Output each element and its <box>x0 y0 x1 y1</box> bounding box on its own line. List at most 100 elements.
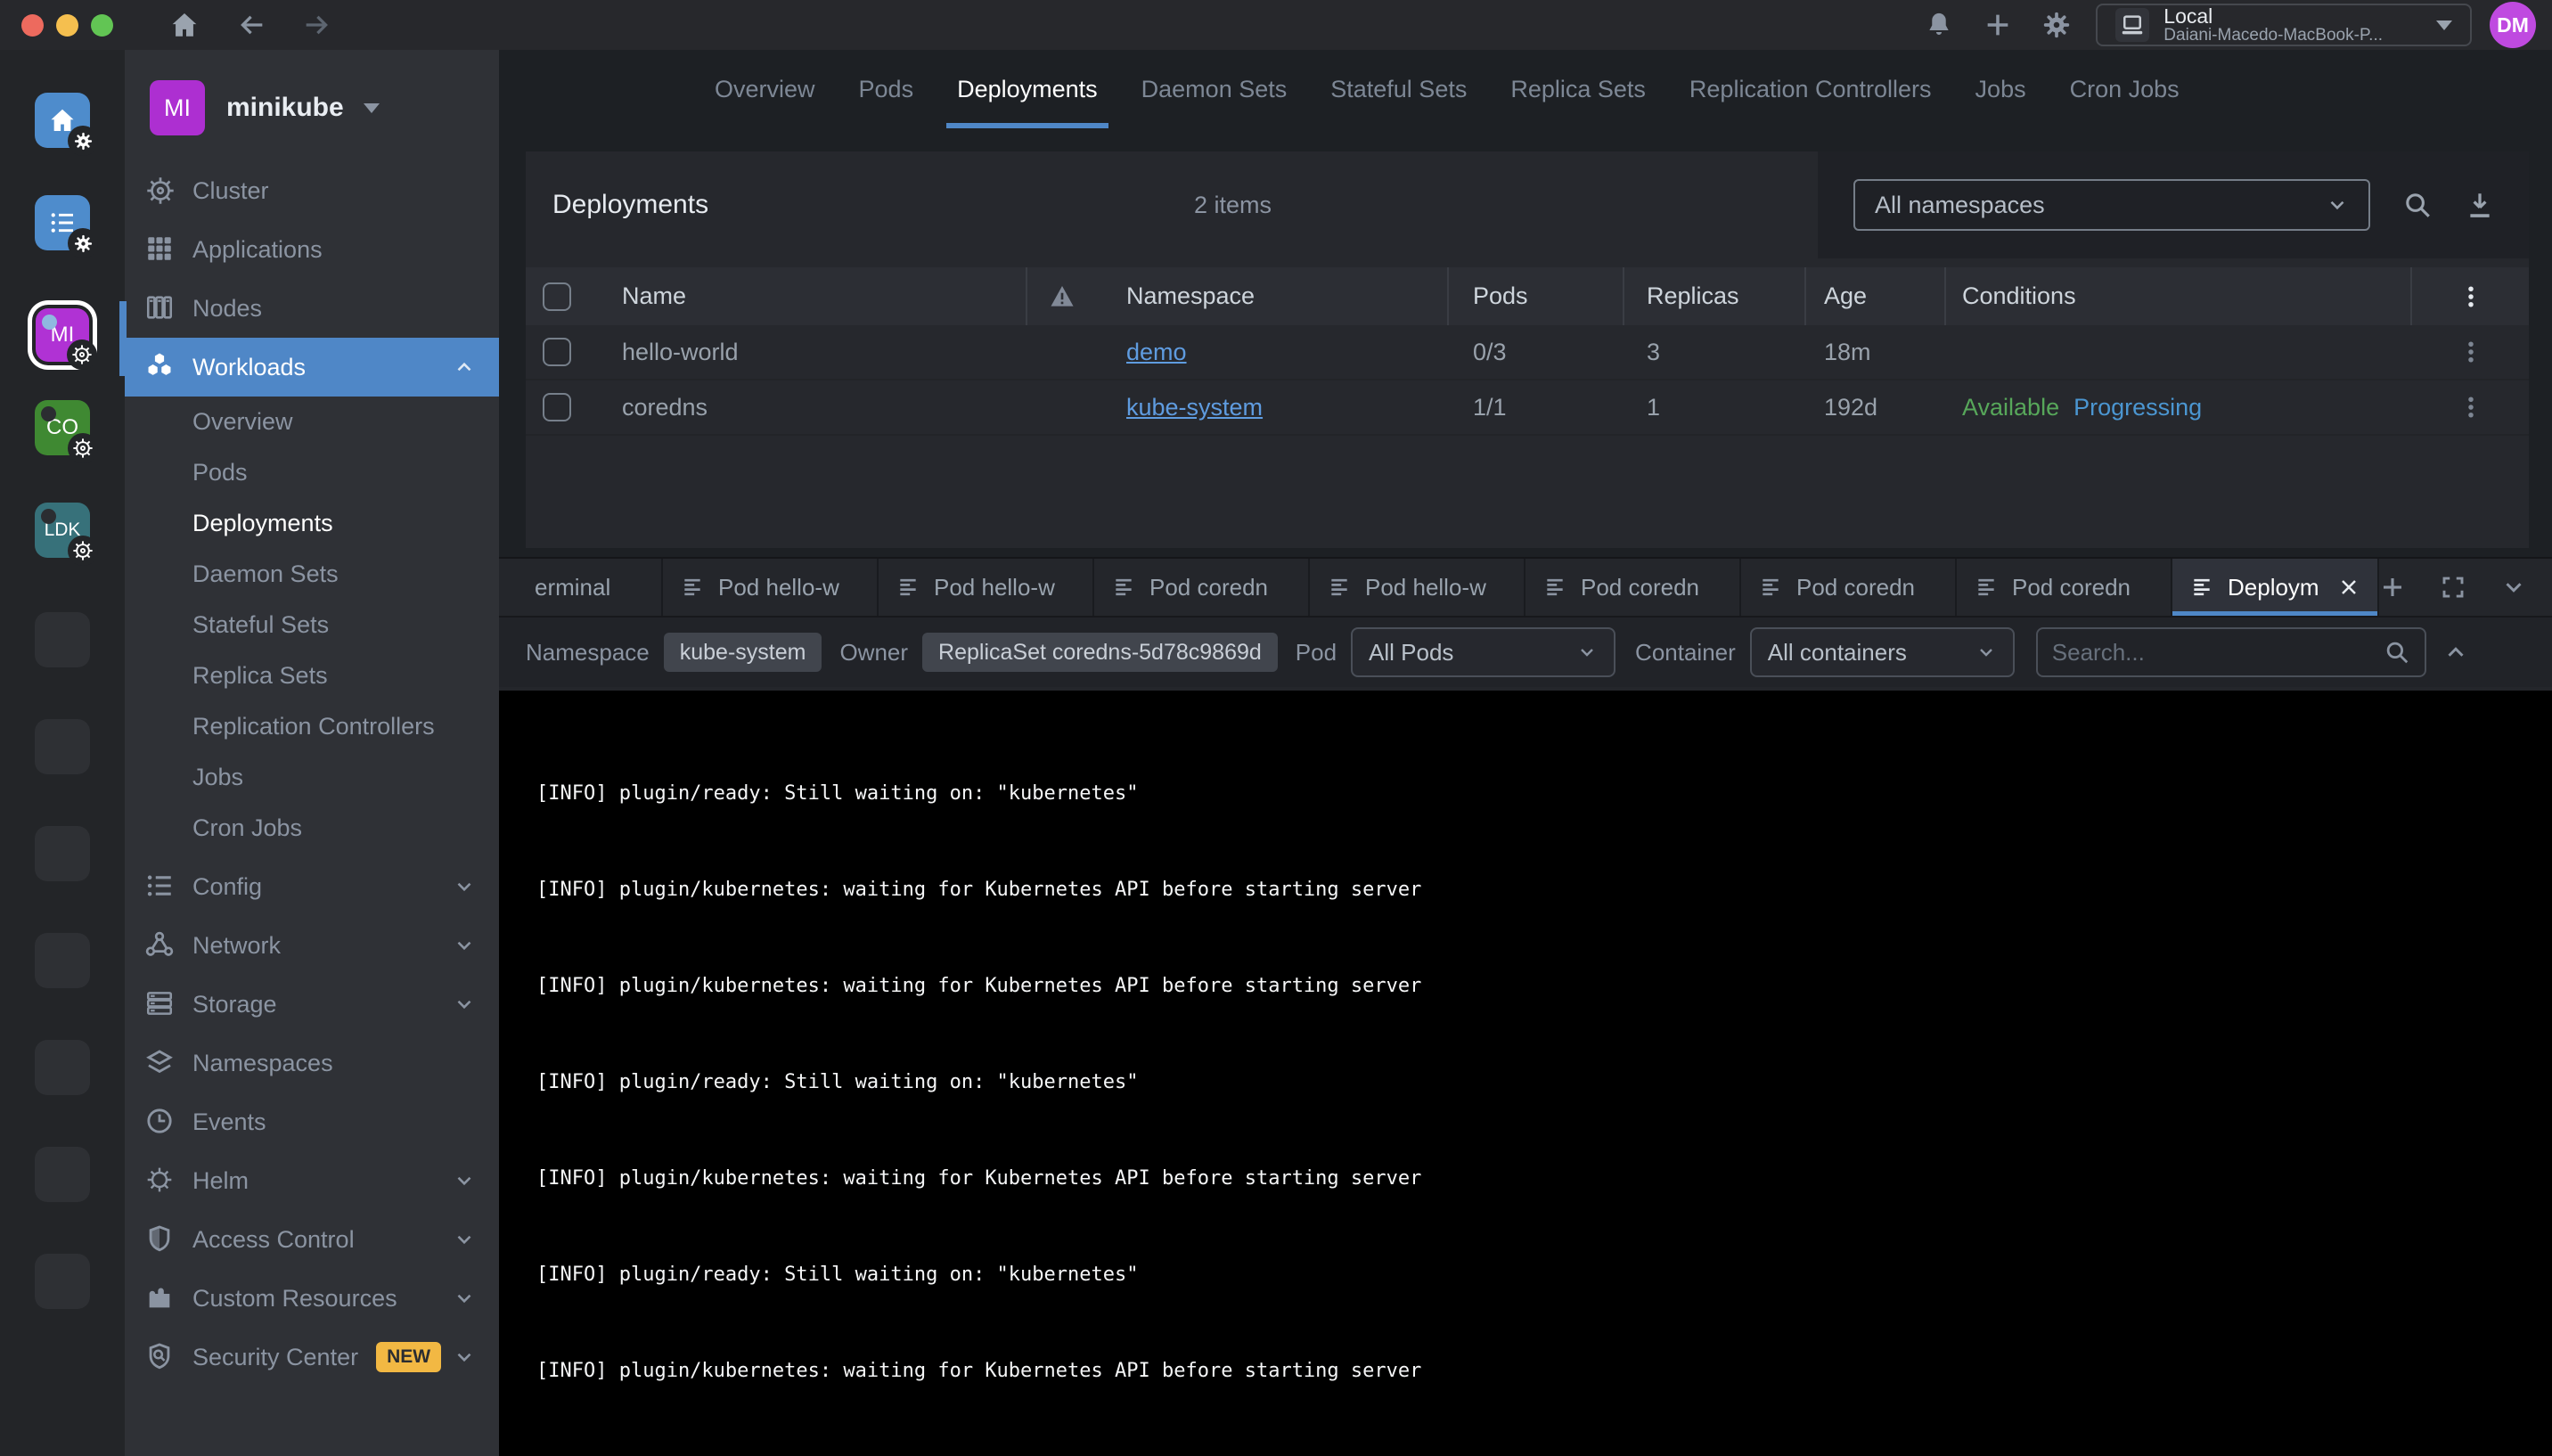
kebab-menu-icon[interactable] <box>2458 339 2484 365</box>
sidebar-item-overview[interactable]: Overview <box>125 397 499 447</box>
search-button[interactable] <box>2402 190 2433 220</box>
sidebar-item-replica-sets[interactable]: Replica Sets <box>125 650 499 701</box>
bell-icon <box>1925 11 1953 39</box>
tab-daemon-sets[interactable]: Daemon Sets <box>1131 50 1298 128</box>
sidebar-item-namespaces[interactable]: Namespaces <box>125 1034 499 1092</box>
dock-tab-pod-logs[interactable]: Pod hello-w <box>663 559 879 616</box>
rail-cluster-minikube[interactable]: MI <box>36 308 89 362</box>
rail-catalog-tile[interactable] <box>35 195 90 250</box>
sidebar-item-cron-jobs[interactable]: Cron Jobs <box>125 803 499 854</box>
tab-replication-controllers[interactable]: Replication Controllers <box>1679 50 1943 128</box>
dock-tab-pod-logs[interactable]: Pod coredn <box>1741 559 1957 616</box>
sidebar-item-config[interactable]: Config <box>125 857 499 916</box>
sidebar-item-applications[interactable]: Applications <box>125 220 499 279</box>
new-tab-button[interactable] <box>2379 574 2406 601</box>
sidebar-item-storage[interactable]: Storage <box>125 975 499 1034</box>
column-pods[interactable]: Pods <box>1449 267 1624 325</box>
sidebar-item-jobs[interactable]: Jobs <box>125 752 499 803</box>
logs-search-input[interactable] <box>2052 639 2384 667</box>
cell-conditions: Available Progressing <box>1946 380 2412 434</box>
rail-cluster-ldk[interactable]: LDK <box>35 503 90 558</box>
dock-tab-pod-logs[interactable]: Pod hello-w <box>879 559 1094 616</box>
sidebar-item-events[interactable]: Events <box>125 1092 499 1151</box>
sidebar-item-deployments[interactable]: Deployments <box>125 498 499 549</box>
container-select[interactable]: All containers <box>1750 627 2015 677</box>
rail-home-tile[interactable] <box>35 93 90 148</box>
column-replicas[interactable]: Replicas <box>1624 267 1806 325</box>
sidebar-item-stateful-sets[interactable]: Stateful Sets <box>125 600 499 650</box>
kebab-menu-icon[interactable] <box>2458 283 2484 310</box>
column-age[interactable]: Age <box>1806 267 1946 325</box>
collapse-filter-button[interactable] <box>2442 639 2469 666</box>
add-button[interactable] <box>1978 5 2017 45</box>
cell-pods: 0/3 <box>1449 325 1624 379</box>
tab-stateful-sets[interactable]: Stateful Sets <box>1320 50 1477 128</box>
row-checkbox[interactable] <box>543 393 571 421</box>
nav-back-button[interactable] <box>233 5 272 45</box>
pod-select[interactable]: All Pods <box>1351 627 1615 677</box>
window-zoom-button[interactable] <box>91 14 113 37</box>
dock-tab-pod-logs[interactable]: Pod coredn <box>1957 559 2172 616</box>
cluster-switcher[interactable]: MI minikube <box>125 50 499 135</box>
select-all-checkbox[interactable] <box>543 282 571 311</box>
tab-overview[interactable]: Overview <box>704 50 826 128</box>
log-line: [INFO] plugin/kubernetes: waiting for Ku… <box>536 874 2552 906</box>
sidebar-item-label: Storage <box>192 991 277 1018</box>
column-conditions[interactable]: Conditions <box>1946 267 2412 325</box>
maximize-dock-button[interactable] <box>2440 574 2466 601</box>
tab-jobs[interactable]: Jobs <box>1965 50 2037 128</box>
tab-replica-sets[interactable]: Replica Sets <box>1500 50 1656 128</box>
sidebar-item-custom-resources[interactable]: Custom Resources <box>125 1269 499 1328</box>
dock-tab-pod-logs[interactable]: Pod coredn <box>1094 559 1310 616</box>
user-avatar[interactable]: DM <box>2490 2 2536 48</box>
sidebar-item-label: Applications <box>192 236 323 264</box>
log-line: [INFO] plugin/kubernetes: waiting for Ku… <box>536 1163 2552 1195</box>
minimize-dock-button[interactable] <box>2500 574 2527 601</box>
sidebar-item-cluster[interactable]: Cluster <box>125 161 499 220</box>
kebab-menu-icon[interactable] <box>2458 394 2484 421</box>
tab-cron-jobs[interactable]: Cron Jobs <box>2059 50 2190 128</box>
download-button[interactable] <box>2465 190 2495 220</box>
window-close-button[interactable] <box>21 14 44 37</box>
notifications-button[interactable] <box>1919 5 1959 45</box>
home-button[interactable] <box>165 5 204 45</box>
settings-button[interactable] <box>2037 5 2076 45</box>
catalog-entity-switcher[interactable]: Local Daiani-Macedo-MacBook-P... <box>2096 4 2472 46</box>
sidebar-item-replication-controllers[interactable]: Replication Controllers <box>125 701 499 752</box>
dock-tab-pod-logs[interactable]: Pod coredn <box>1525 559 1741 616</box>
close-icon[interactable] <box>2338 577 2360 598</box>
namespace-link[interactable]: kube-system <box>1126 394 1263 421</box>
dock-tab-terminal[interactable]: erminal <box>499 559 663 616</box>
column-warnings[interactable] <box>1027 267 1096 325</box>
namespace-select[interactable]: All namespaces <box>1853 179 2370 231</box>
deployments-panel-header: Deployments 2 items All namespaces <box>526 151 2529 258</box>
gear-icon[interactable] <box>68 126 98 156</box>
dock-tab-pod-logs[interactable]: Pod hello-w <box>1310 559 1525 616</box>
cluster-avatar: MI <box>150 80 205 135</box>
column-name[interactable]: Name <box>588 267 1027 325</box>
sidebar-item-daemon-sets[interactable]: Daemon Sets <box>125 549 499 600</box>
sidebar-item-access-control[interactable]: Access Control <box>125 1210 499 1269</box>
rail-cluster-co[interactable]: CO <box>35 400 90 455</box>
tab-deployments[interactable]: Deployments <box>946 50 1108 128</box>
namespace-link[interactable]: demo <box>1126 339 1187 366</box>
sidebar-item-workloads[interactable]: Workloads <box>125 338 499 397</box>
gear-icon[interactable] <box>68 228 98 258</box>
log-output[interactable]: [INFO] plugin/ready: Still waiting on: "… <box>499 691 2552 1456</box>
table-row[interactable]: hello-world demo 0/3 3 18m <box>526 325 2529 380</box>
sidebar-item-helm[interactable]: Helm <box>125 1151 499 1210</box>
tab-pods[interactable]: Pods <box>848 50 925 128</box>
dock-tab-deployment-logs[interactable]: Deploym <box>2172 559 2379 616</box>
dock-tab-label: Deploym <box>2228 574 2319 601</box>
window-minimize-button[interactable] <box>56 14 78 37</box>
nav-forward-button[interactable] <box>297 5 336 45</box>
sidebar-item-network[interactable]: Network <box>125 916 499 975</box>
row-checkbox[interactable] <box>543 338 571 366</box>
status-dot <box>41 509 56 524</box>
chevron-down-icon <box>453 993 476 1016</box>
sidebar-item-security-center[interactable]: Security Center NEW <box>125 1328 499 1386</box>
table-row[interactable]: coredns kube-system 1/1 1 192d Available… <box>526 380 2529 436</box>
sidebar-item-nodes[interactable]: Nodes <box>125 279 499 338</box>
column-namespace[interactable]: Namespace <box>1096 267 1449 325</box>
sidebar-item-pods[interactable]: Pods <box>125 447 499 498</box>
